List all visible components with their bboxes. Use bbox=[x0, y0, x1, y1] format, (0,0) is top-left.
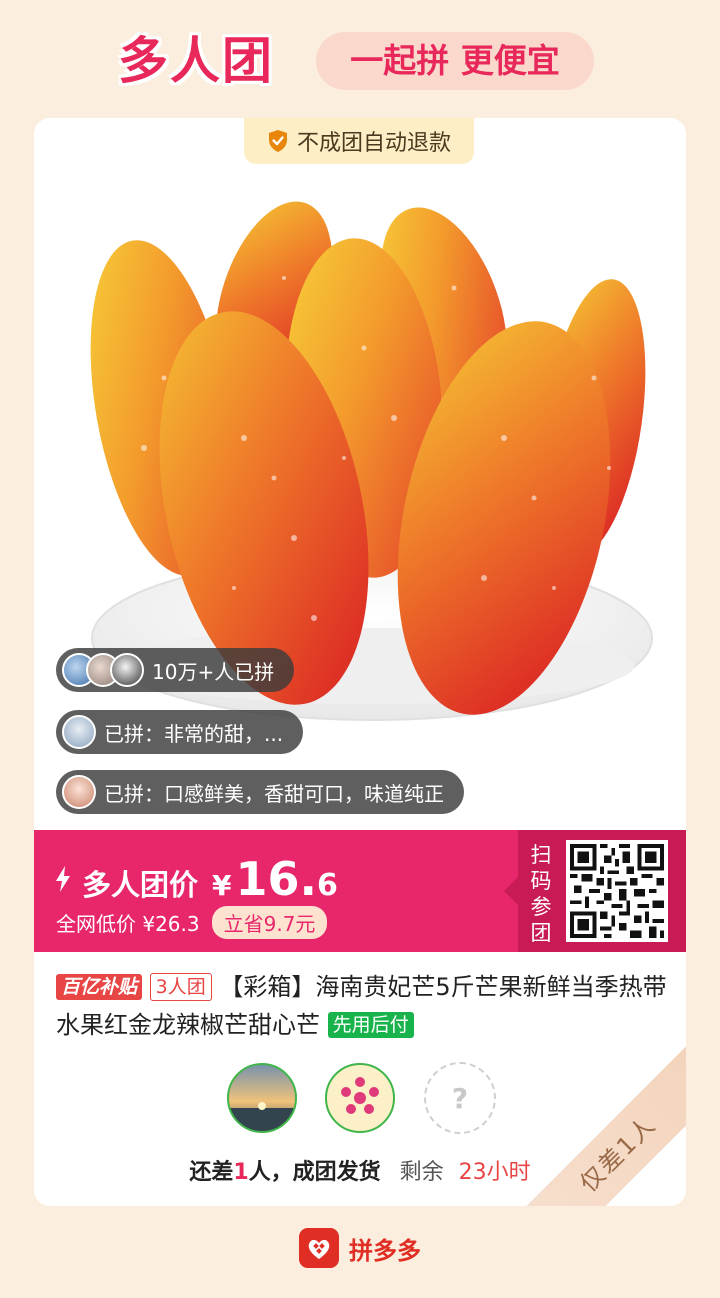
price-label: 多人团价 bbox=[82, 868, 199, 902]
pinduoduo-logo-icon bbox=[299, 1228, 339, 1268]
review-pill[interactable]: 已拼：非常的甜，... bbox=[56, 710, 304, 754]
qr-panel[interactable]: 扫码参团 bbox=[504, 830, 686, 952]
product-title[interactable]: 百亿补贴 3人团 【彩箱】海南贵妃芒5斤芒果新鲜当季热带水果红金龙辣椒芒甜心芒 … bbox=[56, 968, 668, 1044]
empty-member-slot[interactable]: ? bbox=[424, 1062, 496, 1134]
header: 多人团 一起拼 更便宜 bbox=[0, 0, 720, 118]
review-text: 已拼：非常的甜，... bbox=[104, 721, 284, 746]
pay-later-tag: 先用后付 bbox=[327, 1012, 414, 1038]
lightning-icon bbox=[56, 866, 70, 892]
currency-symbol: ¥ bbox=[212, 869, 232, 902]
app-name: 拼多多 bbox=[349, 1236, 421, 1265]
status-prefix: 还差 bbox=[189, 1160, 234, 1185]
review-pill[interactable]: 已拼：口感鲜美，香甜可口，味道纯正 bbox=[56, 770, 464, 814]
qr-code[interactable] bbox=[566, 840, 668, 942]
footer: 拼多多 bbox=[0, 1226, 720, 1270]
joined-count-text: 10万+人已拼 bbox=[152, 659, 275, 684]
market-price: 全网低价 ¥26.3 bbox=[56, 912, 200, 936]
price-bar: 多人团价 ¥ 16. 6 全网低价 ¥26.3 立省9.7元 扫码参团 bbox=[34, 830, 686, 952]
group-size-tag: 3人团 bbox=[149, 973, 212, 1001]
price-decimal: 6 bbox=[317, 868, 338, 903]
missing-count: 1 bbox=[233, 1160, 249, 1185]
member-avatar-2[interactable] bbox=[324, 1062, 396, 1134]
scan-label: 扫码参团 bbox=[530, 843, 552, 945]
refund-guarantee-tag: 不成团自动退款 bbox=[244, 118, 474, 164]
avatar bbox=[110, 653, 144, 687]
joined-count-pill[interactable]: 10万+人已拼 bbox=[56, 648, 295, 692]
avatar bbox=[62, 715, 96, 749]
shield-check-icon bbox=[268, 130, 287, 152]
group-price: 多人团价 ¥ 16. 6 bbox=[54, 852, 338, 906]
slogan-badge: 一起拼 更便宜 bbox=[316, 32, 594, 90]
brand-logo: 多人团 bbox=[118, 30, 274, 92]
status-suffix: 人，成团发货 bbox=[248, 1160, 381, 1185]
refund-label: 不成团自动退款 bbox=[296, 131, 451, 156]
avatar bbox=[62, 775, 96, 809]
review-text: 已拼：口感鲜美，香甜可口，味道纯正 bbox=[104, 781, 444, 806]
save-badge: 立省9.7元 bbox=[211, 906, 328, 939]
price-integer: 16. bbox=[235, 852, 318, 906]
remain-label: 剩余 bbox=[399, 1160, 444, 1185]
joined-avatars bbox=[62, 653, 144, 687]
market-price-row: 全网低价 ¥26.3 立省9.7元 bbox=[56, 906, 328, 939]
group-buy-card[interactable]: 不成团自动退款 10万+人已拼 已拼：非常的甜，... 已拼：口感鲜美，香甜可口… bbox=[34, 118, 686, 1206]
remain-time: 23小时 bbox=[458, 1160, 531, 1185]
qr-code-icon bbox=[570, 844, 664, 938]
subsidy-tag: 百亿补贴 bbox=[56, 974, 143, 1000]
member-avatar-1[interactable] bbox=[226, 1062, 298, 1134]
brand-text: 多人团 bbox=[118, 32, 274, 90]
